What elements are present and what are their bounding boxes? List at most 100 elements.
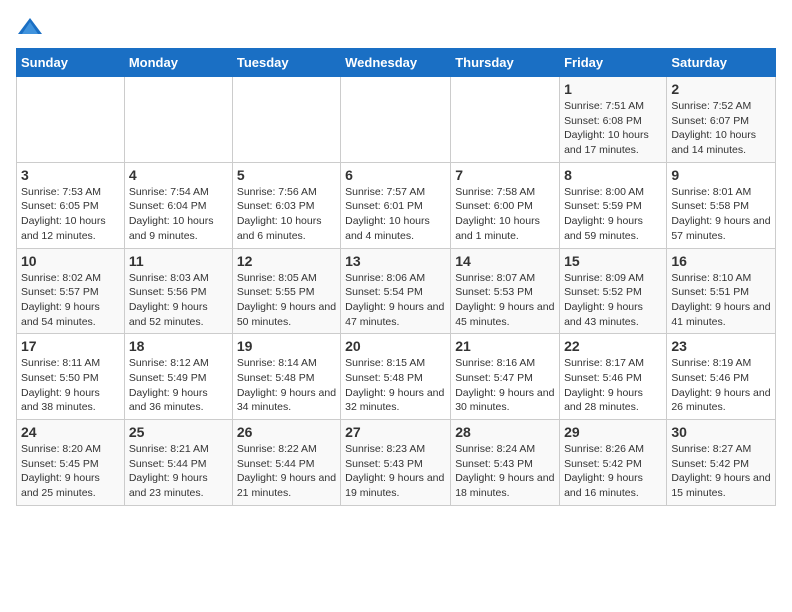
calendar-cell: 4Sunrise: 7:54 AM Sunset: 6:04 PM Daylig…: [124, 162, 232, 248]
calendar-cell: 7 Sunrise: 7:58 AM Sunset: 6:00 PM Daylig…: [451, 162, 560, 248]
day-info: Sunrise: 8:14 AM Sunset: 5:48 PM Dayligh…: [237, 356, 336, 415]
logo: [16, 16, 48, 38]
calendar-cell: 27 Sunrise: 8:23 AM Sunset: 5:43 PM Dayli…: [341, 420, 451, 506]
day-info: Sunrise: 8:00 AM Sunset: 5:59 PM Dayligh…: [564, 185, 662, 244]
day-of-week-header: Monday: [124, 49, 232, 77]
calendar-cell: 19 Sunrise: 8:14 AM Sunset: 5:48 PM Dayli…: [232, 334, 340, 420]
day-info: Sunrise: 8:24 AM Sunset: 5:43 PM Dayligh…: [455, 442, 555, 501]
calendar-cell: 25 Sunrise: 8:21 AM Sunset: 5:44 PM Dayli…: [124, 420, 232, 506]
day-number: 18: [129, 338, 228, 354]
calendar-cell: 30 Sunrise: 8:27 AM Sunset: 5:42 PM Dayli…: [667, 420, 776, 506]
day-info: Sunrise: 8:22 AM Sunset: 5:44 PM Dayligh…: [237, 442, 336, 501]
day-info: Sunrise: 7:54 AM Sunset: 6:04 PM Dayligh…: [129, 185, 228, 244]
day-number: 11: [129, 253, 228, 269]
calendar-week-row: 1Sunrise: 7:51 AM Sunset: 6:08 PM Daylig…: [17, 77, 776, 163]
day-info: Sunrise: 8:03 AM Sunset: 5:56 PM Dayligh…: [129, 271, 228, 330]
day-of-week-header: Tuesday: [232, 49, 340, 77]
calendar-week-row: 17 Sunrise: 8:11 AM Sunset: 5:50 PM Dayli…: [17, 334, 776, 420]
calendar-cell: 10 Sunrise: 8:02 AM Sunset: 5:57 PM Dayli…: [17, 248, 125, 334]
calendar-cell: 15Sunrise: 8:09 AM Sunset: 5:52 PM Dayli…: [560, 248, 667, 334]
day-number: 9: [671, 167, 771, 183]
day-info: Sunrise: 8:10 AM Sunset: 5:51 PM Dayligh…: [671, 271, 771, 330]
day-info: Sunrise: 8:12 AM Sunset: 5:49 PM Dayligh…: [129, 356, 228, 415]
day-info: Sunrise: 8:20 AM Sunset: 5:45 PM Dayligh…: [21, 442, 120, 501]
calendar-cell: 14 Sunrise: 8:07 AM Sunset: 5:53 PM Dayli…: [451, 248, 560, 334]
day-of-week-header: Saturday: [667, 49, 776, 77]
day-number: 3: [21, 167, 120, 183]
day-number: 12: [237, 253, 336, 269]
day-info: Sunrise: 8:15 AM Sunset: 5:48 PM Dayligh…: [345, 356, 446, 415]
day-number: 7: [455, 167, 555, 183]
day-number: 26: [237, 424, 336, 440]
day-of-week-header: Friday: [560, 49, 667, 77]
day-info: Sunrise: 8:27 AM Sunset: 5:42 PM Dayligh…: [671, 442, 771, 501]
day-of-week-header: Sunday: [17, 49, 125, 77]
day-number: 25: [129, 424, 228, 440]
day-info: Sunrise: 7:58 AM Sunset: 6:00 PM Dayligh…: [455, 185, 555, 244]
calendar-cell: 13 Sunrise: 8:06 AM Sunset: 5:54 PM Dayli…: [341, 248, 451, 334]
calendar-cell: 22 Sunrise: 8:17 AM Sunset: 5:46 PM Dayli…: [560, 334, 667, 420]
calendar-cell: 5 Sunrise: 7:56 AM Sunset: 6:03 PM Daylig…: [232, 162, 340, 248]
day-number: 13: [345, 253, 446, 269]
calendar-cell: 23 Sunrise: 8:19 AM Sunset: 5:46 PM Dayli…: [667, 334, 776, 420]
day-info: Sunrise: 8:11 AM Sunset: 5:50 PM Dayligh…: [21, 356, 120, 415]
day-number: 28: [455, 424, 555, 440]
day-number: 14: [455, 253, 555, 269]
calendar-cell: 1Sunrise: 7:51 AM Sunset: 6:08 PM Daylig…: [560, 77, 667, 163]
day-number: 21: [455, 338, 555, 354]
calendar-cell: 9Sunrise: 8:01 AM Sunset: 5:58 PM Daylig…: [667, 162, 776, 248]
day-info: Sunrise: 7:52 AM Sunset: 6:07 PM Dayligh…: [671, 99, 771, 158]
day-number: 6: [345, 167, 446, 183]
day-info: Sunrise: 7:53 AM Sunset: 6:05 PM Dayligh…: [21, 185, 120, 244]
calendar-cell: 12 Sunrise: 8:05 AM Sunset: 5:55 PM Dayli…: [232, 248, 340, 334]
day-number: 10: [21, 253, 120, 269]
calendar-cell: [124, 77, 232, 163]
calendar-cell: 21 Sunrise: 8:16 AM Sunset: 5:47 PM Dayli…: [451, 334, 560, 420]
day-number: 23: [671, 338, 771, 354]
day-number: 27: [345, 424, 446, 440]
calendar-cell: 28 Sunrise: 8:24 AM Sunset: 5:43 PM Dayli…: [451, 420, 560, 506]
day-number: 24: [21, 424, 120, 440]
calendar-cell: 16Sunrise: 8:10 AM Sunset: 5:51 PM Dayli…: [667, 248, 776, 334]
day-number: 17: [21, 338, 120, 354]
calendar-body: 1Sunrise: 7:51 AM Sunset: 6:08 PM Daylig…: [17, 77, 776, 506]
calendar-cell: 3 Sunrise: 7:53 AM Sunset: 6:05 PM Daylig…: [17, 162, 125, 248]
calendar-cell: 11 Sunrise: 8:03 AM Sunset: 5:56 PM Dayli…: [124, 248, 232, 334]
calendar-cell: [17, 77, 125, 163]
calendar-cell: [232, 77, 340, 163]
logo-icon: [16, 16, 44, 38]
day-info: Sunrise: 8:16 AM Sunset: 5:47 PM Dayligh…: [455, 356, 555, 415]
day-info: Sunrise: 8:05 AM Sunset: 5:55 PM Dayligh…: [237, 271, 336, 330]
calendar-cell: 24 Sunrise: 8:20 AM Sunset: 5:45 PM Dayli…: [17, 420, 125, 506]
day-info: Sunrise: 8:02 AM Sunset: 5:57 PM Dayligh…: [21, 271, 120, 330]
day-info: Sunrise: 8:21 AM Sunset: 5:44 PM Dayligh…: [129, 442, 228, 501]
day-info: Sunrise: 8:23 AM Sunset: 5:43 PM Dayligh…: [345, 442, 446, 501]
calendar-cell: 26 Sunrise: 8:22 AM Sunset: 5:44 PM Dayli…: [232, 420, 340, 506]
day-info: Sunrise: 7:56 AM Sunset: 6:03 PM Dayligh…: [237, 185, 336, 244]
calendar-cell: [451, 77, 560, 163]
calendar-cell: [341, 77, 451, 163]
day-info: Sunrise: 8:26 AM Sunset: 5:42 PM Dayligh…: [564, 442, 662, 501]
day-info: Sunrise: 8:09 AM Sunset: 5:52 PM Dayligh…: [564, 271, 662, 330]
calendar-cell: 8 Sunrise: 8:00 AM Sunset: 5:59 PM Daylig…: [560, 162, 667, 248]
day-number: 8: [564, 167, 662, 183]
day-number: 5: [237, 167, 336, 183]
day-number: 1: [564, 81, 662, 97]
header: [16, 16, 776, 38]
calendar-cell: 2Sunrise: 7:52 AM Sunset: 6:07 PM Daylig…: [667, 77, 776, 163]
calendar-week-row: 24 Sunrise: 8:20 AM Sunset: 5:45 PM Dayli…: [17, 420, 776, 506]
day-of-week-header: Thursday: [451, 49, 560, 77]
day-info: Sunrise: 8:07 AM Sunset: 5:53 PM Dayligh…: [455, 271, 555, 330]
day-number: 30: [671, 424, 771, 440]
calendar-cell: 29 Sunrise: 8:26 AM Sunset: 5:42 PM Dayli…: [560, 420, 667, 506]
calendar-cell: 20Sunrise: 8:15 AM Sunset: 5:48 PM Dayli…: [341, 334, 451, 420]
day-info: Sunrise: 7:57 AM Sunset: 6:01 PM Dayligh…: [345, 185, 446, 244]
day-info: Sunrise: 8:06 AM Sunset: 5:54 PM Dayligh…: [345, 271, 446, 330]
day-info: Sunrise: 8:19 AM Sunset: 5:46 PM Dayligh…: [671, 356, 771, 415]
day-number: 22: [564, 338, 662, 354]
day-number: 29: [564, 424, 662, 440]
day-info: Sunrise: 8:17 AM Sunset: 5:46 PM Dayligh…: [564, 356, 662, 415]
day-number: 19: [237, 338, 336, 354]
calendar-cell: 17 Sunrise: 8:11 AM Sunset: 5:50 PM Dayli…: [17, 334, 125, 420]
day-of-week-header: Wednesday: [341, 49, 451, 77]
